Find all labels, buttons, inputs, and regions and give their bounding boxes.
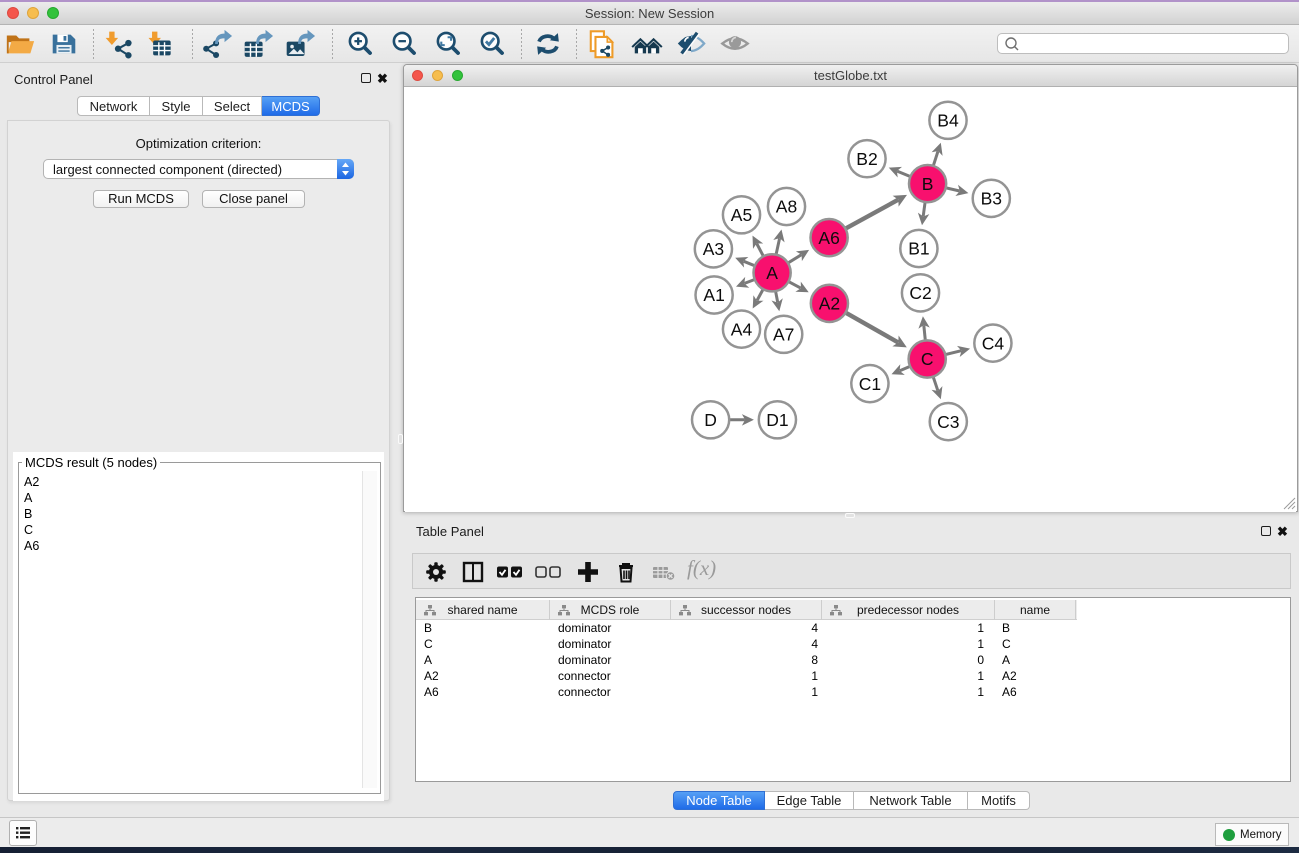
svg-text:B2: B2 xyxy=(856,149,877,169)
svg-text:D1: D1 xyxy=(766,410,788,430)
svg-text:A8: A8 xyxy=(776,197,797,217)
svg-text:A: A xyxy=(766,263,778,283)
svg-text:B4: B4 xyxy=(937,111,959,131)
svg-text:C: C xyxy=(921,349,934,369)
svg-text:B: B xyxy=(922,174,934,194)
svg-text:A5: A5 xyxy=(731,205,752,225)
svg-text:A6: A6 xyxy=(818,228,839,248)
svg-text:A1: A1 xyxy=(703,285,724,305)
svg-text:C3: C3 xyxy=(937,412,959,432)
svg-text:A7: A7 xyxy=(773,325,794,345)
svg-text:A4: A4 xyxy=(731,319,753,339)
svg-text:D: D xyxy=(704,410,717,430)
svg-text:B3: B3 xyxy=(981,189,1002,209)
svg-text:A2: A2 xyxy=(819,294,840,314)
svg-text:B1: B1 xyxy=(908,239,929,259)
svg-text:C1: C1 xyxy=(859,374,881,394)
svg-text:C4: C4 xyxy=(982,333,1005,353)
svg-text:A3: A3 xyxy=(703,239,724,259)
svg-text:C2: C2 xyxy=(909,283,931,303)
